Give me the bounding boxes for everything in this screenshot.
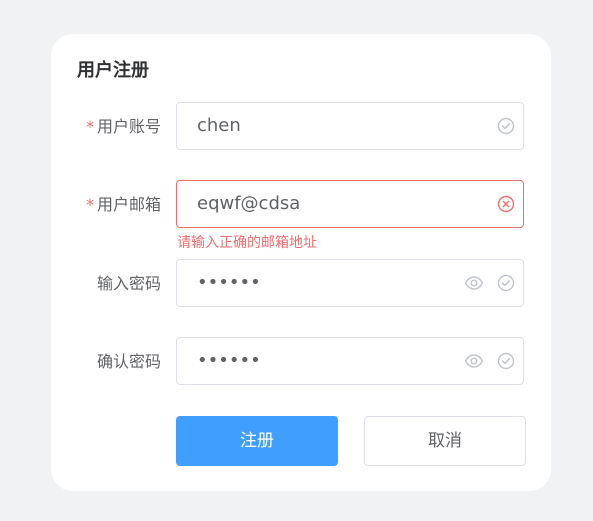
password-input[interactable]: •••••• [176,259,524,307]
circle-close-icon[interactable] [497,195,515,213]
email-input-value: eqwf@cdsa [197,193,301,214]
form-title: 用户注册 [77,60,149,81]
account-input-value: chen [197,115,241,136]
cancel-button[interactable]: 取消 [364,416,526,466]
confirm-password-input-value: •••••• [197,350,261,371]
eye-icon[interactable] [464,274,484,292]
email-label: * 用户邮箱 [85,195,161,214]
account-label: * 用户账号 [85,117,161,136]
password-label: 输入密码 [96,274,161,293]
password-input-value: •••••• [197,272,261,293]
required-mark: * [85,195,94,214]
eye-icon[interactable] [464,352,484,370]
circle-check-icon [497,117,515,135]
account-input[interactable]: chen [176,102,524,150]
circle-check-icon [497,352,515,370]
circle-check-icon [497,274,515,292]
email-input[interactable]: eqwf@cdsa [176,180,524,228]
confirm-password-label: 确认密码 [96,352,161,371]
required-mark: * [85,117,94,136]
register-button[interactable]: 注册 [176,416,338,466]
email-error-message: 请输入正确的邮箱地址 [177,235,317,251]
confirm-password-input[interactable]: •••••• [176,337,524,385]
